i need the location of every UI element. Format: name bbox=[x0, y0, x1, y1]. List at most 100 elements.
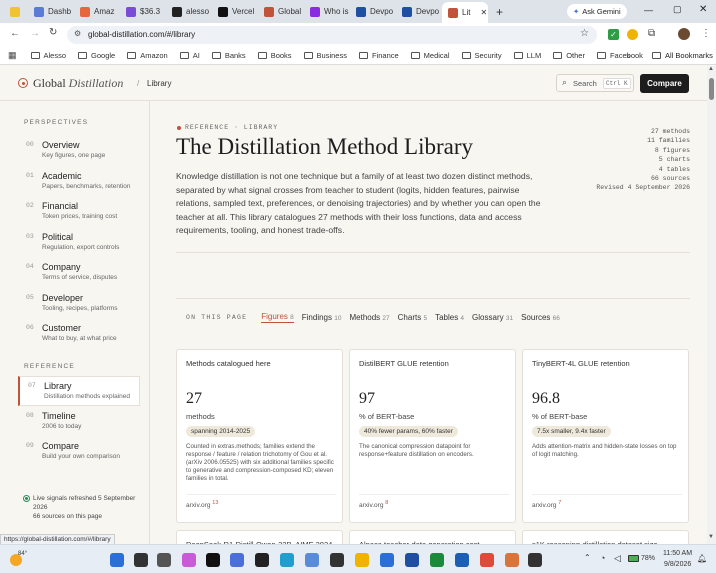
search-box[interactable]: ⌕ Search Ctrl K bbox=[556, 74, 634, 92]
browser-tab[interactable]: Amaz bbox=[74, 0, 120, 23]
clock-date[interactable]: 9/8/2026 bbox=[664, 561, 691, 568]
figure-card[interactable]: DeepSeek-R1-Distill-Qwen-32B, AIME 20247… bbox=[176, 530, 343, 544]
volume-icon[interactable]: ◁ bbox=[614, 553, 621, 564]
address-bar[interactable]: ⚙ global-distillation.com/#/library ☆ bbox=[67, 26, 597, 44]
sidebar-item-developer[interactable]: 05 Developer Tooling, recipes, platforms bbox=[18, 289, 140, 319]
bookmark-folder[interactable]: Finance bbox=[358, 51, 399, 60]
bookmark-folder[interactable]: Security bbox=[461, 51, 502, 60]
browser-tab[interactable] bbox=[4, 0, 28, 23]
toc-link-sources[interactable]: Sources 66 bbox=[521, 313, 560, 322]
task-view-icon[interactable] bbox=[157, 553, 171, 567]
toc-link-findings[interactable]: Findings 10 bbox=[302, 313, 342, 322]
brand-name[interactable]: Global Distillation bbox=[33, 76, 123, 91]
browser-menu-icon[interactable]: ⋮ bbox=[701, 28, 711, 39]
wifi-icon[interactable]: ◔ bbox=[600, 553, 605, 563]
browser-tab[interactable]: alesso bbox=[166, 0, 212, 23]
bookmark-folder[interactable]: Alesso bbox=[30, 51, 66, 60]
sidebar-item-academic[interactable]: 01 Academic Papers, benchmarks, retention bbox=[18, 167, 140, 197]
apps-grid-icon[interactable]: ▦ bbox=[8, 50, 17, 61]
close-window-button[interactable]: ✕ bbox=[699, 4, 707, 15]
clock-time[interactable]: 11:50 AM bbox=[663, 550, 692, 557]
card-source[interactable]: arxiv.org 13 bbox=[186, 494, 336, 509]
sidebar-item-overview[interactable]: 00 Overview Key figures, one page bbox=[18, 136, 140, 166]
scrollbar-thumb[interactable] bbox=[709, 78, 714, 100]
card-source[interactable]: arxiv.org 7 bbox=[532, 494, 682, 509]
new-tab-button[interactable]: + bbox=[496, 5, 503, 19]
start-icon[interactable] bbox=[110, 553, 124, 567]
bookmark-folder[interactable]: Google bbox=[78, 51, 115, 60]
bookmark-folder[interactable]: Amazon bbox=[127, 51, 168, 60]
extension-lock-icon[interactable] bbox=[627, 29, 638, 40]
extensions-puzzle-icon[interactable]: ⧉ bbox=[648, 28, 655, 39]
bookmark-folder[interactable]: LLM bbox=[513, 51, 541, 60]
app-icon[interactable] bbox=[255, 553, 269, 567]
app-icon[interactable] bbox=[380, 553, 394, 567]
sidebar-item-financial[interactable]: 02 Financial Token prices, training cost bbox=[18, 197, 140, 227]
browser-tab[interactable]: Vercel bbox=[212, 0, 258, 23]
figure-card[interactable]: Alpaca teacher-data generation cost500 bbox=[349, 530, 516, 544]
bookmark-folder[interactable]: AI bbox=[179, 51, 200, 60]
compare-button[interactable]: Compare bbox=[640, 74, 689, 93]
notepad-icon[interactable] bbox=[305, 553, 319, 567]
figure-card[interactable]: s1K reasoning-distillation dataset size1… bbox=[522, 530, 689, 544]
ask-gemini-button[interactable]: ✦ Ask Gemini bbox=[567, 4, 627, 19]
sidebar-item-timeline[interactable]: 08 Timeline 2006 to today bbox=[18, 407, 140, 437]
scroll-up-icon[interactable]: ▲ bbox=[708, 66, 714, 72]
browser-tab[interactable]: $36.3 bbox=[120, 0, 166, 23]
site-info-icon[interactable]: ⚙ bbox=[74, 29, 81, 38]
app-icon[interactable] bbox=[330, 553, 344, 567]
scroll-down-icon[interactable]: ▼ bbox=[708, 534, 714, 540]
bookmark-folder[interactable]: Business bbox=[303, 51, 347, 60]
minimize-button[interactable]: — bbox=[644, 5, 653, 15]
forward-icon[interactable]: → bbox=[30, 28, 40, 39]
folder-icon[interactable] bbox=[355, 553, 369, 567]
all-bookmarks-button[interactable]: All Bookmarks bbox=[652, 51, 713, 60]
restore-button[interactable]: ▢ bbox=[673, 4, 682, 15]
sidebar-item-compare[interactable]: 09 Compare Build your own comparison bbox=[18, 437, 140, 467]
bookmark-folder[interactable]: Other bbox=[553, 51, 585, 60]
figure-card[interactable]: Methods catalogued here 27 methods spanning… bbox=[176, 349, 343, 523]
terminal-icon[interactable] bbox=[528, 553, 542, 567]
search-icon[interactable] bbox=[134, 553, 148, 567]
back-icon[interactable]: ← bbox=[10, 28, 20, 39]
browser-tab[interactable]: Devpo bbox=[350, 0, 396, 23]
tray-overflow-icon[interactable]: ⌃ bbox=[584, 553, 591, 562]
bookmark-folder[interactable]: Medical bbox=[410, 51, 450, 60]
app-icon[interactable] bbox=[405, 553, 419, 567]
browser-tab[interactable]: Who is bbox=[304, 0, 350, 23]
chrome-icon[interactable] bbox=[480, 553, 494, 567]
browser-tab[interactable]: Devpo bbox=[396, 0, 442, 23]
toc-link-tables[interactable]: Tables 4 bbox=[435, 313, 464, 322]
sidebar-item-political[interactable]: 03 Political Regulation, export controls bbox=[18, 228, 140, 258]
browser-tab[interactable]: Lit ✕ bbox=[442, 2, 488, 23]
close-tab-icon[interactable]: ✕ bbox=[480, 8, 487, 17]
notification-bell-icon[interactable]: 🔔︎ bbox=[697, 554, 707, 563]
bookmark-folder[interactable]: Facebook bbox=[596, 51, 643, 60]
terminal-icon[interactable] bbox=[206, 553, 220, 567]
extension-check-icon[interactable]: ✓ bbox=[608, 29, 619, 40]
edge-icon[interactable] bbox=[280, 553, 294, 567]
toc-link-charts[interactable]: Charts 5 bbox=[398, 313, 427, 322]
sidebar-item-library[interactable]: 07 Library Distillation methods explained bbox=[18, 376, 140, 406]
bookmark-star-icon[interactable]: ☆ bbox=[580, 28, 589, 39]
battery-icon[interactable] bbox=[628, 555, 639, 562]
toc-link-methods[interactable]: Methods 27 bbox=[349, 313, 389, 322]
card-source[interactable]: arxiv.org 8 bbox=[359, 494, 509, 509]
browser-tab[interactable]: Dashb bbox=[28, 0, 74, 23]
calc-icon[interactable] bbox=[430, 553, 444, 567]
toc-link-figures[interactable]: Figures 8 bbox=[261, 312, 294, 323]
outlook-icon[interactable] bbox=[455, 553, 469, 567]
figure-card[interactable]: DistilBERT GLUE retention 97 % of BERT-bas… bbox=[349, 349, 516, 523]
copilot-icon[interactable] bbox=[182, 553, 196, 567]
figure-card[interactable]: TinyBERT-4L GLUE retention 96.8 % of BERT-… bbox=[522, 349, 689, 523]
bookmarks-overflow-icon[interactable]: » bbox=[626, 50, 631, 60]
bookmark-folder[interactable]: Banks bbox=[211, 51, 246, 60]
toc-link-glossary[interactable]: Glossary 31 bbox=[472, 313, 513, 322]
claude-icon[interactable] bbox=[505, 553, 519, 567]
reload-icon[interactable]: ↻ bbox=[49, 27, 57, 38]
browser-tab[interactable]: Global bbox=[258, 0, 304, 23]
bookmark-folder[interactable]: Books bbox=[257, 51, 292, 60]
page-scrollbar[interactable]: ▲ ▼ bbox=[707, 66, 716, 544]
app-icon[interactable] bbox=[230, 553, 244, 567]
sidebar-item-customer[interactable]: 06 Customer What to buy, at what price bbox=[18, 319, 140, 349]
